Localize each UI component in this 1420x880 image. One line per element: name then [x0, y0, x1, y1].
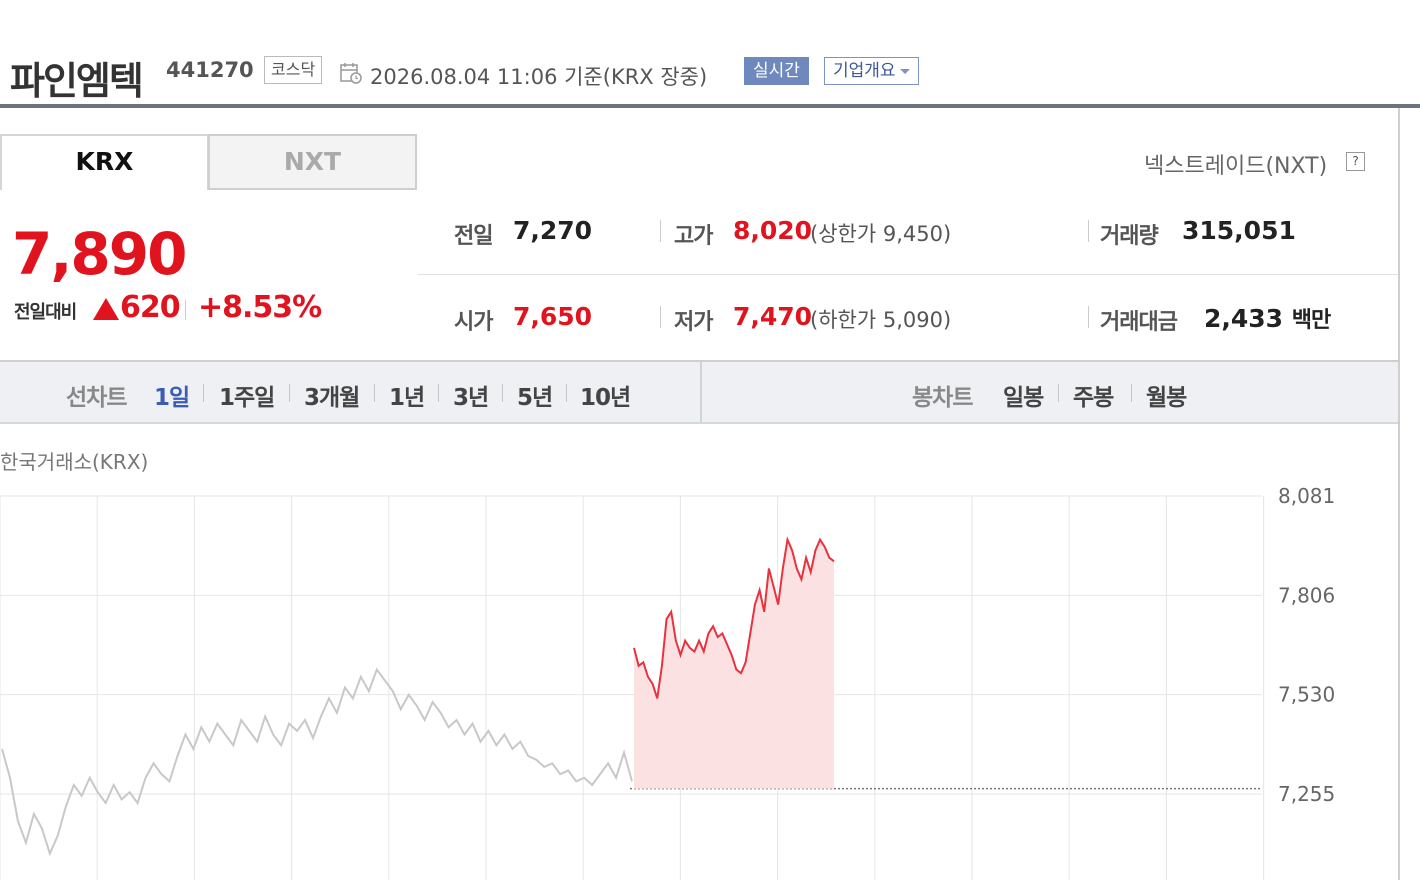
realtime-badge: 실시간 [744, 57, 809, 85]
candle-daily[interactable]: 일봉 [1003, 378, 1044, 412]
divider [438, 384, 439, 402]
line-chart-label: 선차트 [66, 385, 127, 411]
period-10y[interactable]: 10년 [580, 378, 631, 412]
high-label: 고가 [674, 224, 713, 249]
y-tick-label: 7,806 [1278, 583, 1335, 607]
divider [1131, 384, 1132, 402]
period-1w[interactable]: 1주일 [219, 378, 275, 412]
low-value: 7,470 [733, 302, 813, 331]
turnover-label: 거래대금 [1100, 310, 1178, 335]
lower-limit-label: 하한가 [818, 308, 877, 332]
quote-datetime: 2026.08.04 11:06 기준(KRX 장중) [370, 65, 708, 89]
y-tick-label: 8,081 [1278, 484, 1335, 508]
divider [289, 384, 290, 402]
turnover-unit: 백만 [1291, 308, 1331, 333]
candle-monthly[interactable]: 월봉 [1146, 378, 1187, 412]
volume-value: 315,051 [1182, 216, 1296, 245]
divider [374, 384, 375, 402]
period-5y[interactable]: 5년 [517, 378, 553, 412]
change-label: 전일대비 [14, 302, 77, 323]
tab-krx[interactable]: KRX [0, 134, 209, 190]
prev-close-value: 7,270 [513, 216, 593, 245]
stock-header: 파인엠텍 441270 코스닥 2026.08.04 11:06 기준(KRX … [0, 0, 1420, 108]
upper-limit-label: 상한가 [818, 222, 877, 246]
turnover-amount: 2,433 [1204, 304, 1284, 333]
turnover-value: 2,433 백만 [1204, 302, 1331, 334]
upper-limit: (상한가 9,450) [810, 222, 952, 246]
open-label: 시가 [454, 310, 493, 335]
divider [203, 384, 204, 402]
y-tick-label: 7,255 [1278, 782, 1335, 806]
high-value: 8,020 [733, 216, 813, 245]
volume-label: 거래량 [1100, 224, 1159, 249]
candle-weekly[interactable]: 주봉 [1073, 378, 1114, 412]
open-value: 7,650 [513, 302, 593, 331]
change-value: 620 [120, 290, 181, 325]
stats-row-divider [418, 274, 1398, 275]
nxt-link[interactable]: 넥스트레이드(NXT) [1144, 148, 1327, 180]
market-badge: 코스닥 [264, 56, 323, 84]
period-3m[interactable]: 3개월 [304, 378, 360, 412]
divider [660, 306, 661, 328]
lower-limit: (하한가 5,090) [810, 308, 952, 332]
quote-panel: KRX NXT 넥스트레이드(NXT) ? 7,890 전일대비 620 +8.… [0, 108, 1400, 880]
candle-chart-label: 봉차트 [912, 385, 973, 411]
company-info-dropdown[interactable]: 기업개요 [824, 57, 919, 85]
divider [1088, 220, 1089, 242]
period-1y[interactable]: 1년 [389, 378, 425, 412]
divider [566, 384, 567, 402]
period-1d[interactable]: 1일 [154, 378, 190, 412]
low-label: 저가 [674, 310, 713, 335]
stock-code: 441270 [166, 58, 254, 82]
upper-limit-value: 9,450 [882, 222, 943, 246]
company-info-label: 기업개요 [833, 61, 896, 81]
chart-period-bar: 선차트 1일 1주일 3개월 1년 3년 5년 10년 봉차트 일봉 주봉 월봉 [0, 362, 1398, 424]
divider [660, 220, 661, 242]
prev-close-label: 전일 [454, 224, 493, 249]
lower-limit-value: 5,090 [882, 308, 943, 332]
company-name: 파인엠텍 [10, 59, 144, 103]
help-icon[interactable]: ? [1346, 152, 1365, 171]
calendar-icon [340, 63, 362, 84]
divider [1088, 306, 1089, 328]
divider [185, 300, 186, 320]
divider [502, 384, 503, 402]
period-3y[interactable]: 3년 [453, 378, 489, 412]
up-arrow-icon [93, 298, 119, 320]
tab-nxt[interactable]: NXT [208, 134, 417, 190]
intraday-chart: 8,081 7,806 7,530 7,255 [0, 484, 1335, 880]
y-tick-label: 7,530 [1278, 683, 1335, 707]
divider [1058, 384, 1059, 402]
change-percent: +8.53% [198, 290, 322, 325]
period-bar-divider [700, 362, 702, 422]
chevron-down-icon [899, 68, 910, 74]
current-price: 7,890 [12, 220, 187, 288]
chart-source: 한국거래소(KRX) [0, 450, 149, 474]
previous-day-line [1, 667, 633, 857]
